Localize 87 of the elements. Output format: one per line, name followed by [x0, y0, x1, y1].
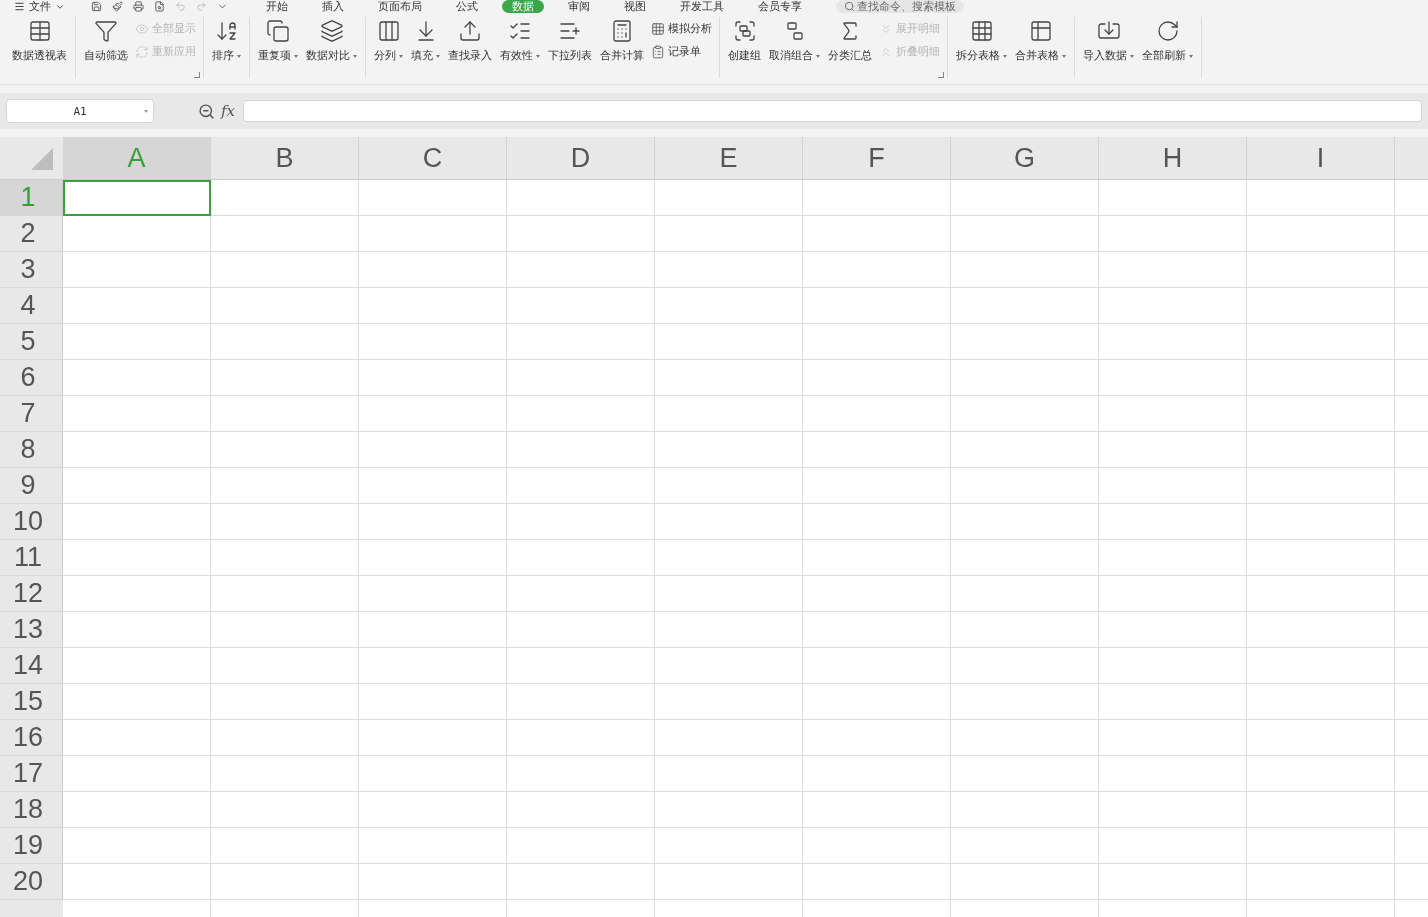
row-header[interactable]: 12 [0, 576, 63, 612]
ribbon-button[interactable]: 拆分表格 [953, 17, 1010, 65]
group-icon [732, 19, 757, 43]
grid-icon [651, 21, 665, 36]
column-header[interactable]: I [1247, 137, 1395, 180]
eye-icon [135, 21, 149, 36]
formula-field[interactable] [243, 100, 1422, 122]
ribbon-button[interactable]: 全部刷新 [1139, 17, 1196, 65]
ribbon-button[interactable]: 分类汇总 [825, 17, 875, 65]
ribbon-button[interactable]: 有效性 [497, 17, 543, 65]
ribbon-button[interactable]: 数据对比 [303, 17, 360, 65]
save-icon[interactable] [91, 1, 102, 12]
ribbon-button[interactable]: 查找录入 [445, 17, 495, 65]
selected-cell[interactable] [63, 180, 211, 216]
file-menu[interactable]: 文件 [10, 0, 69, 13]
calculator-icon [610, 19, 634, 43]
function-label[interactable]: fx [221, 102, 235, 120]
ribbon-button[interactable]: 导入数据 [1080, 17, 1137, 65]
preview-icon[interactable] [154, 1, 165, 12]
row-header[interactable]: 13 [0, 612, 63, 648]
filter-icon [94, 19, 118, 43]
overlap-squares-icon [266, 19, 290, 43]
column-header[interactable]: F [803, 137, 951, 180]
name-box[interactable]: A1 [6, 99, 154, 123]
row-header[interactable]: 3 [0, 252, 63, 288]
ribbon-button[interactable]: 取消组合 [766, 17, 823, 65]
dialog-launcher-icon[interactable] [194, 72, 200, 78]
search-icon [844, 1, 855, 12]
form-icon [651, 44, 665, 59]
row-header[interactable]: 4 [0, 288, 63, 324]
column-header[interactable]: G [951, 137, 1099, 180]
row-header[interactable]: 17 [0, 756, 63, 792]
row-header[interactable]: 8 [0, 432, 63, 468]
row-header[interactable]: 11 [0, 540, 63, 576]
dialog-launcher-icon[interactable] [938, 72, 944, 78]
ribbon-tab[interactable]: 页面布局 [368, 0, 432, 13]
ribbon-button[interactable]: 创建组 [725, 17, 764, 65]
compare-icon [319, 19, 344, 43]
caret-icon [144, 110, 148, 113]
ribbon-tab[interactable]: 开始 [256, 0, 298, 13]
row-header[interactable]: 16 [0, 720, 63, 756]
column-header [1395, 137, 1428, 180]
ribbon-tab[interactable]: 开发工具 [670, 0, 734, 13]
ribbon-button[interactable]: 自动筛选 [81, 17, 131, 65]
row-header[interactable]: 2 [0, 216, 63, 252]
brush-icon[interactable] [112, 1, 123, 12]
column-header[interactable]: D [507, 137, 655, 180]
table-icon [1028, 19, 1053, 43]
row-header[interactable]: 10 [0, 504, 63, 540]
columns-icon [376, 19, 401, 43]
row-header[interactable]: 20 [0, 864, 63, 900]
ribbon-tab[interactable]: 审阅 [558, 0, 600, 13]
ribbon-button[interactable]: 重复项 [255, 17, 301, 65]
row-header[interactable]: 18 [0, 792, 63, 828]
ribbon-tab[interactable]: 插入 [312, 0, 354, 13]
row-header[interactable]: 15 [0, 684, 63, 720]
column-header[interactable]: C [359, 137, 507, 180]
ribbon-button[interactable]: 合并计算 [597, 17, 647, 65]
row-header[interactable]: 7 [0, 396, 63, 432]
ribbon-button[interactable]: 分列 [371, 17, 406, 65]
zoom-icon[interactable] [198, 102, 215, 120]
menu-icon [14, 1, 25, 12]
ribbon-button[interactable]: 合并表格 [1012, 17, 1069, 65]
refresh-icon [135, 44, 149, 59]
column-header[interactable]: B [211, 137, 359, 180]
ribbon-button[interactable]: 记录单 [649, 44, 714, 59]
ribbon-tab[interactable]: 视图 [614, 0, 656, 13]
grid-icon [969, 19, 994, 43]
print-icon[interactable] [133, 1, 144, 12]
table-icon [27, 19, 52, 43]
ribbon-button[interactable]: 填充 [408, 17, 443, 65]
row-header[interactable]: 6 [0, 360, 63, 396]
refresh-icon [1155, 19, 1180, 43]
ribbon-button[interactable]: 排序 [209, 17, 244, 65]
ribbon-tab[interactable]: 数据 [502, 0, 544, 13]
column-header[interactable]: H [1099, 137, 1247, 180]
ribbon-tab[interactable]: 会员专享 [748, 0, 812, 13]
row-header[interactable]: 14 [0, 648, 63, 684]
row-header[interactable]: 19 [0, 828, 63, 864]
search-field[interactable]: 查找命令、搜索模板 [836, 0, 964, 13]
ribbon-button[interactable]: 下拉列表 [545, 17, 595, 65]
ribbon-button[interactable]: 数据透视表 [9, 17, 70, 65]
row-header[interactable]: 9 [0, 468, 63, 504]
row-header[interactable]: 5 [0, 324, 63, 360]
column-header[interactable]: E [655, 137, 803, 180]
ribbon-button[interactable]: 模拟分析 [649, 21, 714, 36]
ribbon-tab[interactable]: 公式 [446, 0, 488, 13]
